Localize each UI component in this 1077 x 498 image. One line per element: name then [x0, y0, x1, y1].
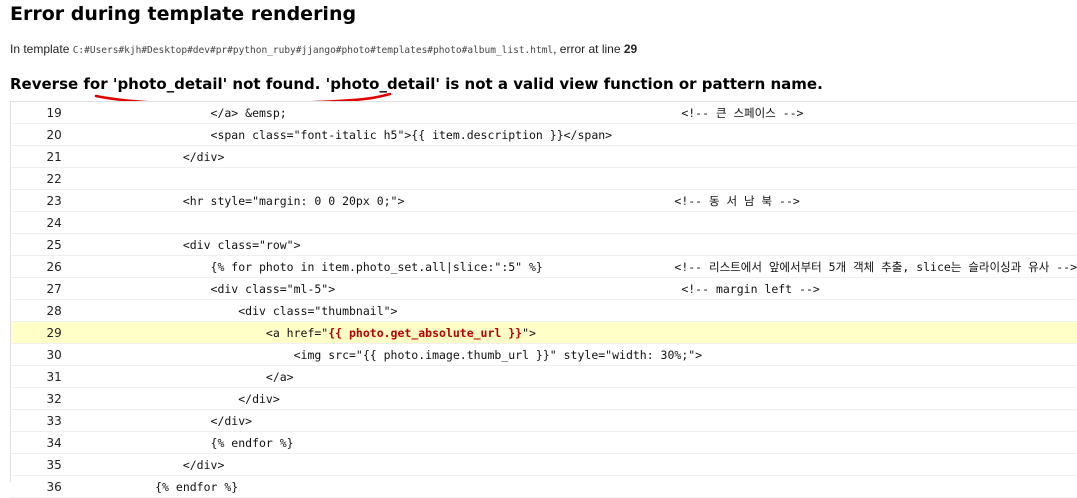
- line-number: 32: [11, 387, 68, 410]
- line-code: <a href="{{ photo.get_absolute_url }}">: [67, 321, 1077, 344]
- source-line: 20 <span class="font-italic h5">{{ item.…: [11, 123, 1077, 146]
- source-line: 32 </div>: [11, 387, 1077, 410]
- source-line: 19 </a> &emsp; <!-- 큰 스페이스 -->: [11, 102, 1077, 124]
- source-line: 34 {% endfor %}: [11, 431, 1077, 454]
- line-code: </div>: [67, 453, 1077, 476]
- source-line: 21 </div>: [11, 145, 1077, 168]
- source-table: 19 </a> &emsp; <!-- 큰 스페이스 --> 20 <span c…: [11, 102, 1077, 498]
- source-line: 33 </div>: [11, 409, 1077, 432]
- line-code: <div class="ml-5"> <!-- margin left -->: [67, 277, 1077, 300]
- highlighted-expression: {{ photo.get_absolute_url }}: [328, 325, 523, 340]
- source-line: 26 {% for photo in item.photo_set.all|sl…: [11, 255, 1077, 278]
- line-code: <span class="font-italic h5">{{ item.des…: [67, 123, 1077, 146]
- error-line-number: 29: [623, 42, 638, 56]
- source-line: 24: [11, 211, 1077, 234]
- line-code: {% endfor %}: [67, 475, 1077, 498]
- line-code: <div class="thumbnail">: [67, 299, 1077, 322]
- line-number: 27: [11, 277, 68, 300]
- line-number: 25: [11, 233, 68, 256]
- template-info: In template C:#Users#kjh#Desktop#dev#pr#…: [10, 42, 637, 56]
- source-line: 27 <div class="ml-5"> <!-- margin left -…: [11, 277, 1077, 300]
- line-code: <img src="{{ photo.image.thumb_url }}" s…: [67, 343, 1077, 366]
- source-line: 36 {% endfor %}: [11, 475, 1077, 498]
- line-code: </div>: [67, 145, 1077, 168]
- line-number: 35: [11, 453, 68, 476]
- source-line: 30 <img src="{{ photo.image.thumb_url }}…: [11, 343, 1077, 366]
- source-line: 23 <hr style="margin: 0 0 20px 0;"> <!--…: [11, 189, 1077, 212]
- source-line: 25 <div class="row">: [11, 233, 1077, 256]
- source-line: 35 </div>: [11, 453, 1077, 476]
- code-before: <a href=": [99, 325, 329, 340]
- error-at-prefix: , error at line: [553, 42, 624, 56]
- line-number: 26: [11, 255, 68, 278]
- source-line: 22: [11, 167, 1077, 190]
- line-number: 31: [11, 365, 68, 388]
- line-number: 19: [11, 102, 68, 124]
- line-number: 28: [11, 299, 68, 322]
- line-number: 33: [11, 409, 68, 432]
- source-line: 31 </a>: [11, 365, 1077, 388]
- line-number: 20: [11, 123, 68, 146]
- line-number: 30: [11, 343, 68, 366]
- code-after: ">: [522, 325, 536, 340]
- line-number: 23: [11, 189, 68, 212]
- line-number: 34: [11, 431, 68, 454]
- line-code: </a> &emsp; <!-- 큰 스페이스 -->: [67, 102, 1077, 124]
- line-code: <hr style="margin: 0 0 20px 0;"> <!-- 동 …: [67, 189, 1077, 212]
- template-prefix: In template: [10, 42, 73, 56]
- line-code: [67, 167, 1077, 190]
- page-title: Error during template rendering: [10, 3, 357, 25]
- error-message: Reverse for 'photo_detail' not found. 'p…: [10, 75, 823, 93]
- line-number: 22: [11, 167, 68, 190]
- line-number: 21: [11, 145, 68, 168]
- template-path: C:#Users#kjh#Desktop#dev#pr#python_ruby#…: [72, 45, 554, 56]
- line-code: {% for photo in item.photo_set.all|slice…: [67, 255, 1077, 278]
- line-code: [67, 211, 1077, 234]
- line-number: 36: [11, 475, 68, 498]
- line-code: {% endfor %}: [67, 431, 1077, 454]
- line-number: 24: [11, 211, 68, 234]
- line-number: 29: [11, 321, 68, 344]
- error-source-line: 29 <a href="{{ photo.get_absolute_url }}…: [11, 321, 1077, 344]
- template-source-listing: 19 </a> &emsp; <!-- 큰 스페이스 --> 20 <span c…: [10, 101, 1077, 498]
- line-code: </div>: [67, 409, 1077, 432]
- line-code: <div class="row">: [67, 233, 1077, 256]
- line-code: </a>: [67, 365, 1077, 388]
- source-line: 28 <div class="thumbnail">: [11, 299, 1077, 322]
- line-code: </div>: [67, 387, 1077, 410]
